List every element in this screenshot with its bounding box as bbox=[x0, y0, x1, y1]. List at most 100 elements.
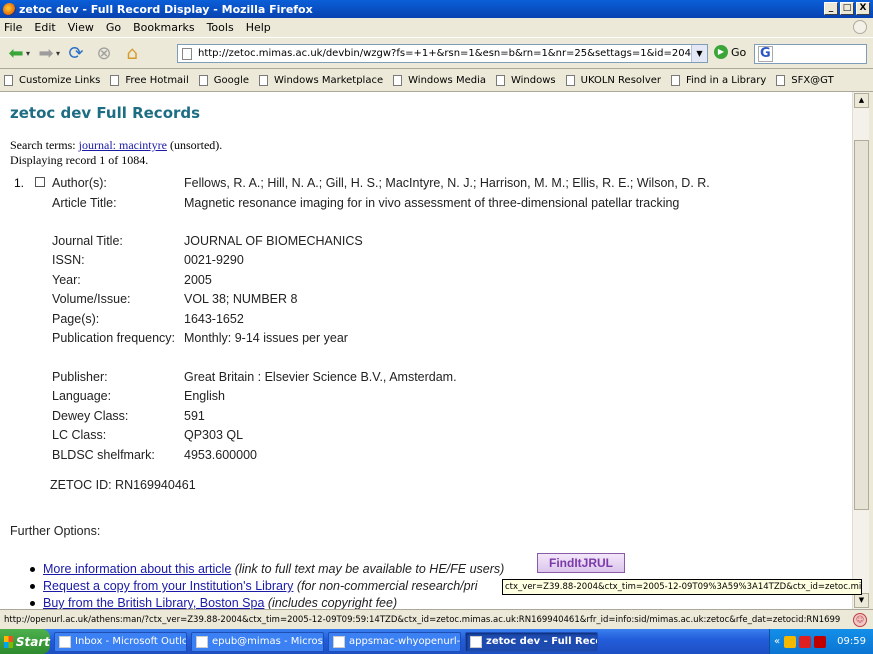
bookmark-page-icon bbox=[495, 75, 505, 86]
field-value-volume-issue: VOL 38; NUMBER 8 bbox=[184, 292, 298, 306]
tray-app-icon[interactable] bbox=[784, 635, 797, 648]
menu-edit[interactable]: Edit bbox=[34, 21, 55, 34]
bookmark-item[interactable]: Google bbox=[198, 75, 249, 86]
scrollbar-thumb[interactable] bbox=[854, 140, 869, 510]
bookmark-page-icon bbox=[259, 75, 269, 86]
field-label-authors: Author(s): bbox=[52, 176, 107, 190]
field-label-issn: ISSN: bbox=[52, 253, 85, 267]
address-dropdown-icon[interactable]: ▼ bbox=[691, 45, 707, 62]
option-note: (includes copyright fee) bbox=[267, 596, 398, 609]
firefox-icon bbox=[3, 2, 16, 16]
field-value-bldsc-shelfmark: 4953.600000 bbox=[184, 448, 257, 462]
field-value-publication-frequency: Monthly: 9-14 issues per year bbox=[184, 331, 348, 345]
popup-blocked-icon[interactable]: ☺ bbox=[853, 613, 867, 627]
bookmark-page-icon bbox=[198, 75, 208, 86]
search-terms-link[interactable]: journal: macintyre bbox=[79, 138, 167, 152]
bookmark-page-icon bbox=[671, 75, 680, 86]
field-label-lc-class: LC Class: bbox=[52, 428, 107, 442]
back-icon[interactable]: ⬅ bbox=[4, 41, 28, 65]
scroll-up-icon[interactable]: ▲ bbox=[854, 93, 869, 108]
field-value-publisher: Great Britain : Elsevier Science B.V., A… bbox=[184, 370, 457, 384]
field-value-issn: 0021-9290 bbox=[184, 253, 244, 267]
taskbar-button-epub[interactable]: epub@mimas - Microsoft ... bbox=[191, 631, 324, 652]
outlook-message-icon bbox=[196, 635, 208, 648]
taskbar-button-outlook[interactable]: Inbox - Microsoft Outlook bbox=[54, 631, 187, 652]
clock: 09:59 bbox=[837, 636, 866, 647]
record-count: Displaying record 1 of 1084. bbox=[10, 153, 149, 167]
windows-logo-icon bbox=[4, 635, 13, 648]
menu-help[interactable]: Help bbox=[246, 21, 271, 34]
google-search-icon[interactable]: G bbox=[758, 46, 773, 62]
tray-expand-icon[interactable]: « bbox=[774, 636, 780, 647]
go-icon: ▶ bbox=[714, 45, 728, 59]
stop-icon[interactable]: ⊗ bbox=[92, 41, 116, 65]
bookmark-item[interactable]: Customize Links bbox=[4, 75, 100, 86]
system-tray: « 09:59 bbox=[769, 629, 873, 654]
field-label-pages: Page(s): bbox=[52, 312, 100, 326]
bookmark-page-icon bbox=[776, 75, 786, 86]
page-icon bbox=[182, 47, 192, 60]
window-title: zetoc dev - Full Record Display - Mozill… bbox=[19, 2, 313, 16]
forward-dropdown-icon[interactable]: ▾ bbox=[56, 49, 60, 58]
menu-go[interactable]: Go bbox=[106, 21, 121, 34]
request-copy-link[interactable]: Request a copy from your Institution's L… bbox=[43, 579, 293, 593]
status-bar: http://openurl.ac.uk/athens:man/?ctx_ver… bbox=[0, 609, 873, 629]
field-value-authors: Fellows, R. A.; Hill, N. A.; Gill, H. S.… bbox=[184, 176, 710, 190]
word-icon bbox=[333, 635, 345, 648]
home-icon[interactable]: ⌂ bbox=[120, 41, 144, 65]
field-value-year: 2005 bbox=[184, 273, 212, 287]
search-terms: Search terms: journal: macintyre (unsort… bbox=[10, 138, 223, 152]
taskbar: Start Inbox - Microsoft Outlook epub@mim… bbox=[0, 629, 873, 654]
search-input[interactable]: G bbox=[754, 44, 867, 64]
bookmark-page-icon bbox=[110, 75, 120, 86]
tray-network-icon[interactable] bbox=[814, 635, 827, 648]
bookmark-item[interactable]: UKOLN Resolver bbox=[565, 75, 661, 86]
menu-tools[interactable]: Tools bbox=[207, 21, 234, 34]
menu-view[interactable]: View bbox=[68, 21, 94, 34]
bookmark-item[interactable]: Windows bbox=[495, 75, 556, 86]
bookmark-item[interactable]: Windows Marketplace bbox=[259, 75, 383, 86]
scroll-down-icon[interactable]: ▼ bbox=[854, 593, 869, 608]
bookmark-item[interactable]: Find in a Library bbox=[671, 75, 766, 86]
reload-icon[interactable]: ⟳ bbox=[64, 41, 88, 65]
minimize-button[interactable]: _ bbox=[824, 2, 838, 15]
taskbar-button-word[interactable]: appsmac-whyopenurl-20... bbox=[328, 631, 461, 652]
link-tooltip: ctx_ver=Z39.88-2004&ctx_tim=2005-12-09T0… bbox=[502, 579, 862, 595]
maximize-button[interactable]: □ bbox=[840, 2, 854, 15]
more-information-link[interactable]: More information about this article bbox=[43, 562, 231, 576]
address-bar[interactable]: http://zetoc.mimas.ac.uk/devbin/wzgw?fs=… bbox=[177, 44, 708, 63]
field-value-journal-title: JOURNAL OF BIOMECHANICS bbox=[184, 234, 363, 248]
start-button[interactable]: Start bbox=[0, 629, 50, 654]
bookmark-page-icon bbox=[393, 75, 403, 86]
bookmark-item[interactable]: Free Hotmail bbox=[110, 75, 189, 86]
bookmark-item[interactable]: SFX@GT bbox=[776, 75, 834, 86]
close-button[interactable]: X bbox=[856, 2, 870, 15]
menu-file[interactable]: File bbox=[4, 21, 22, 34]
menu-bookmarks[interactable]: Bookmarks bbox=[133, 21, 194, 34]
option-note: (link to full text may be available to H… bbox=[234, 562, 505, 576]
option-item: Buy from the British Library, Boston Spa… bbox=[30, 596, 397, 609]
tray-security-icon[interactable] bbox=[799, 635, 812, 648]
findit-button[interactable]: FindItJRUL bbox=[537, 553, 625, 573]
field-label-volume-issue: Volume/Issue: bbox=[52, 292, 131, 306]
go-button[interactable]: ▶ Go bbox=[714, 45, 746, 59]
bullet-icon bbox=[30, 601, 35, 607]
bookmark-item[interactable]: Windows Media bbox=[393, 75, 486, 86]
bookmarks-toolbar: Customize Links Free Hotmail Google Wind… bbox=[0, 70, 873, 92]
vertical-scrollbar[interactable]: ▲ ▼ bbox=[852, 92, 869, 609]
address-url[interactable]: http://zetoc.mimas.ac.uk/devbin/wzgw?fs=… bbox=[198, 48, 691, 59]
window-titlebar: zetoc dev - Full Record Display - Mozill… bbox=[0, 0, 873, 18]
forward-icon[interactable]: ➡ bbox=[34, 41, 58, 65]
back-dropdown-icon[interactable]: ▾ bbox=[26, 49, 30, 58]
taskbar-button-firefox[interactable]: zetoc dev - Full Recor... bbox=[465, 631, 598, 652]
bullet-icon bbox=[30, 567, 35, 573]
window-controls: _ □ X bbox=[824, 2, 870, 15]
zetoc-id: ZETOC ID: RN169940461 bbox=[50, 478, 196, 492]
outlook-icon bbox=[59, 635, 71, 648]
bookmark-page-icon bbox=[4, 75, 13, 86]
buy-british-library-link[interactable]: Buy from the British Library, Boston Spa bbox=[43, 596, 264, 609]
record-select-checkbox[interactable] bbox=[35, 177, 45, 187]
further-options-heading: Further Options: bbox=[10, 524, 101, 538]
field-label-language: Language: bbox=[52, 389, 112, 403]
firefox-icon bbox=[470, 635, 482, 648]
